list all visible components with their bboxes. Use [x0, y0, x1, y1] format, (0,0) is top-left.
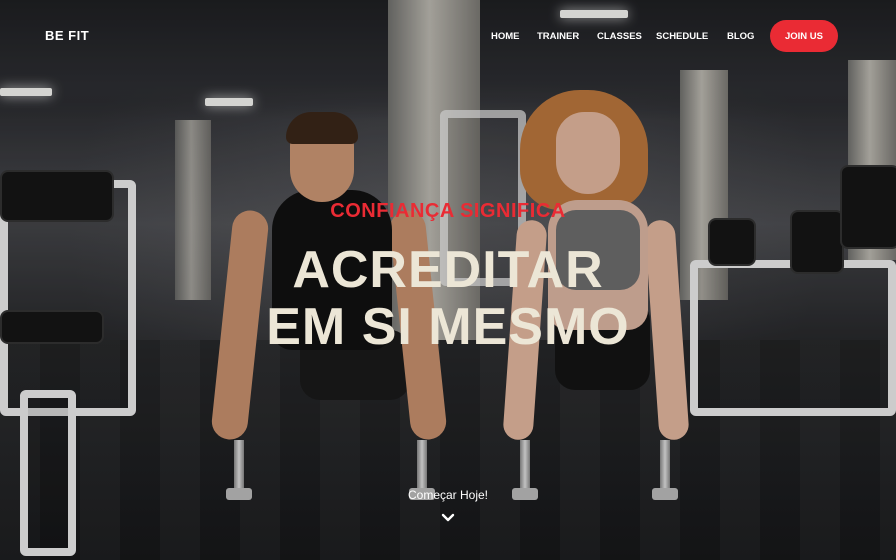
nav-item-schedule[interactable]: SCHEDULE: [656, 31, 708, 42]
hero-headline-line-2: EM SI MESMO: [266, 298, 630, 356]
hero-section: BE FIT HOME TRAINER CLASSES SCHEDULE BLO…: [0, 0, 896, 560]
nav-item-classes[interactable]: CLASSES: [597, 31, 642, 42]
hero-kicker: CONFIANÇA SIGNIFICA: [330, 200, 566, 222]
join-us-button[interactable]: JOIN US: [770, 20, 838, 52]
nav-item-blog[interactable]: BLOG: [727, 31, 754, 42]
nav-item-home[interactable]: HOME: [491, 31, 520, 42]
hero-headline-line-1: ACREDITAR: [292, 241, 604, 299]
hero-headline: ACREDITAR EM SI MESMO: [0, 242, 896, 356]
nav-item-trainer[interactable]: TRAINER: [537, 31, 579, 42]
start-today-link[interactable]: Começar Hoje!: [0, 488, 896, 502]
chevron-down-icon[interactable]: [441, 512, 455, 524]
navbar: BE FIT HOME TRAINER CLASSES SCHEDULE BLO…: [0, 0, 896, 72]
brand-logo[interactable]: BE FIT: [45, 28, 89, 43]
